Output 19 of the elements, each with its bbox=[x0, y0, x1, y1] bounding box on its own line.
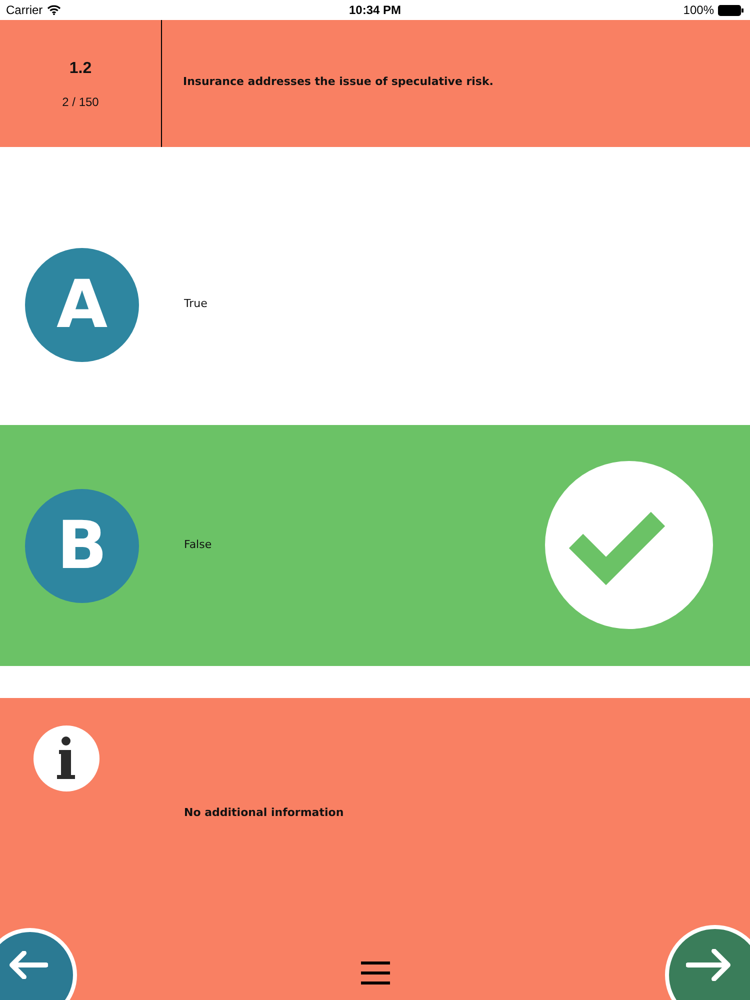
answer-text: True bbox=[184, 296, 208, 312]
question-text: Insurance addresses the issue of speculative risk. bbox=[183, 74, 494, 90]
left-arrow-icon bbox=[8, 951, 48, 979]
info-text: No additional information bbox=[184, 805, 344, 821]
right-arrow-icon bbox=[686, 949, 732, 981]
check-icon bbox=[545, 461, 713, 629]
letter-badge: B bbox=[25, 488, 139, 602]
carrier-label: Carrier bbox=[6, 2, 43, 19]
menu-icon[interactable] bbox=[360, 961, 391, 985]
battery-label: 100% bbox=[683, 2, 714, 19]
info-icon bbox=[33, 725, 100, 792]
question-number: 1.2 bbox=[69, 58, 92, 78]
battery-icon bbox=[718, 4, 744, 16]
wifi-icon bbox=[46, 5, 61, 15]
progress-counter: 2 / 150 bbox=[62, 94, 99, 110]
letter-badge: A bbox=[25, 248, 139, 362]
time-label: 10:34 PM bbox=[348, 2, 402, 19]
answer-option[interactable]: B False bbox=[0, 425, 750, 666]
answer-text: False bbox=[184, 537, 212, 554]
